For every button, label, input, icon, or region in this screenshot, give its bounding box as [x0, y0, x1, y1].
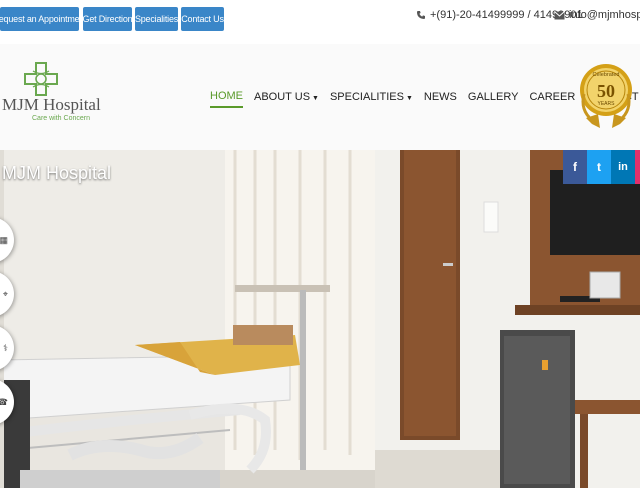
phone-icon: [417, 11, 425, 19]
badge-bottom-text: YEARS: [598, 101, 616, 107]
linkedin-link[interactable]: in: [611, 150, 635, 184]
nav-home[interactable]: HOME: [210, 90, 243, 108]
map-pin-icon: ⌖: [2, 288, 8, 299]
site-header: MJM Hospital Care with Concern HOME ABOU…: [0, 44, 640, 150]
linkedin-icon: in: [618, 161, 628, 173]
email-contact[interactable]: info@mjmhospita: [554, 9, 640, 21]
nav-news[interactable]: NEWS: [424, 91, 457, 107]
specialities-button[interactable]: Specialities: [135, 7, 178, 31]
facebook-icon: f: [573, 160, 577, 174]
get-direction-button[interactable]: Get Direction: [83, 7, 133, 31]
hero-title: MJM Hospital: [2, 163, 112, 183]
nav-home-label: HOME: [210, 90, 243, 102]
logo-name: MJM Hospital: [2, 95, 101, 114]
nav-career-label: CAREER: [529, 91, 576, 103]
badge-top-text: Celebrated: [593, 72, 620, 78]
calendar-icon: ▦: [0, 234, 8, 245]
hospital-room-photo: [0, 150, 640, 488]
twitter-icon: t: [597, 160, 601, 174]
nav-news-label: NEWS: [423, 91, 457, 103]
nav-specialities[interactable]: SPECIALITIES ▼: [330, 91, 413, 107]
nav-gallery-label: GALLERY: [467, 91, 519, 103]
facebook-link[interactable]: f: [563, 150, 587, 184]
nav-about-us[interactable]: ABOUT US ▼: [254, 91, 319, 107]
top-utility-bar: Request an Appointment Get Direction Spe…: [0, 0, 640, 40]
nav-career[interactable]: CAREER: [529, 91, 575, 107]
instagram-link[interactable]: [635, 150, 640, 184]
logo-tagline: Care with Concern: [32, 115, 90, 122]
contact-us-button[interactable]: Contact Us: [181, 7, 224, 31]
request-appointment-button[interactable]: Request an Appointment: [0, 7, 87, 31]
hospital-logo[interactable]: MJM Hospital Care with Concern: [2, 62, 102, 132]
50-years-badge: Celebrated 50 YEARS: [580, 64, 632, 128]
hero-banner: MJM Hospital f t in ▦ ⌖ ⚕ ☎: [0, 150, 640, 488]
nav-about-us-label: ABOUT US: [254, 91, 311, 103]
phone-icon: ☎: [0, 396, 8, 407]
caret-down-icon: ▼: [405, 95, 413, 102]
twitter-link[interactable]: t: [587, 150, 611, 184]
nav-specialities-label: SPECIALITIES: [329, 91, 404, 103]
email-address: info@mjmhospita: [569, 9, 640, 21]
envelope-icon: [554, 10, 565, 19]
stethoscope-icon: ⚕: [3, 342, 8, 353]
caret-down-icon: ▼: [312, 95, 319, 102]
cross-logo-icon: [24, 62, 58, 96]
nav-gallery[interactable]: GALLERY: [468, 91, 519, 107]
main-navigation: HOME ABOUT US ▼ SPECIALITIES ▼ NEWS GALLER…: [210, 90, 640, 108]
badge-number: 50: [597, 81, 615, 101]
